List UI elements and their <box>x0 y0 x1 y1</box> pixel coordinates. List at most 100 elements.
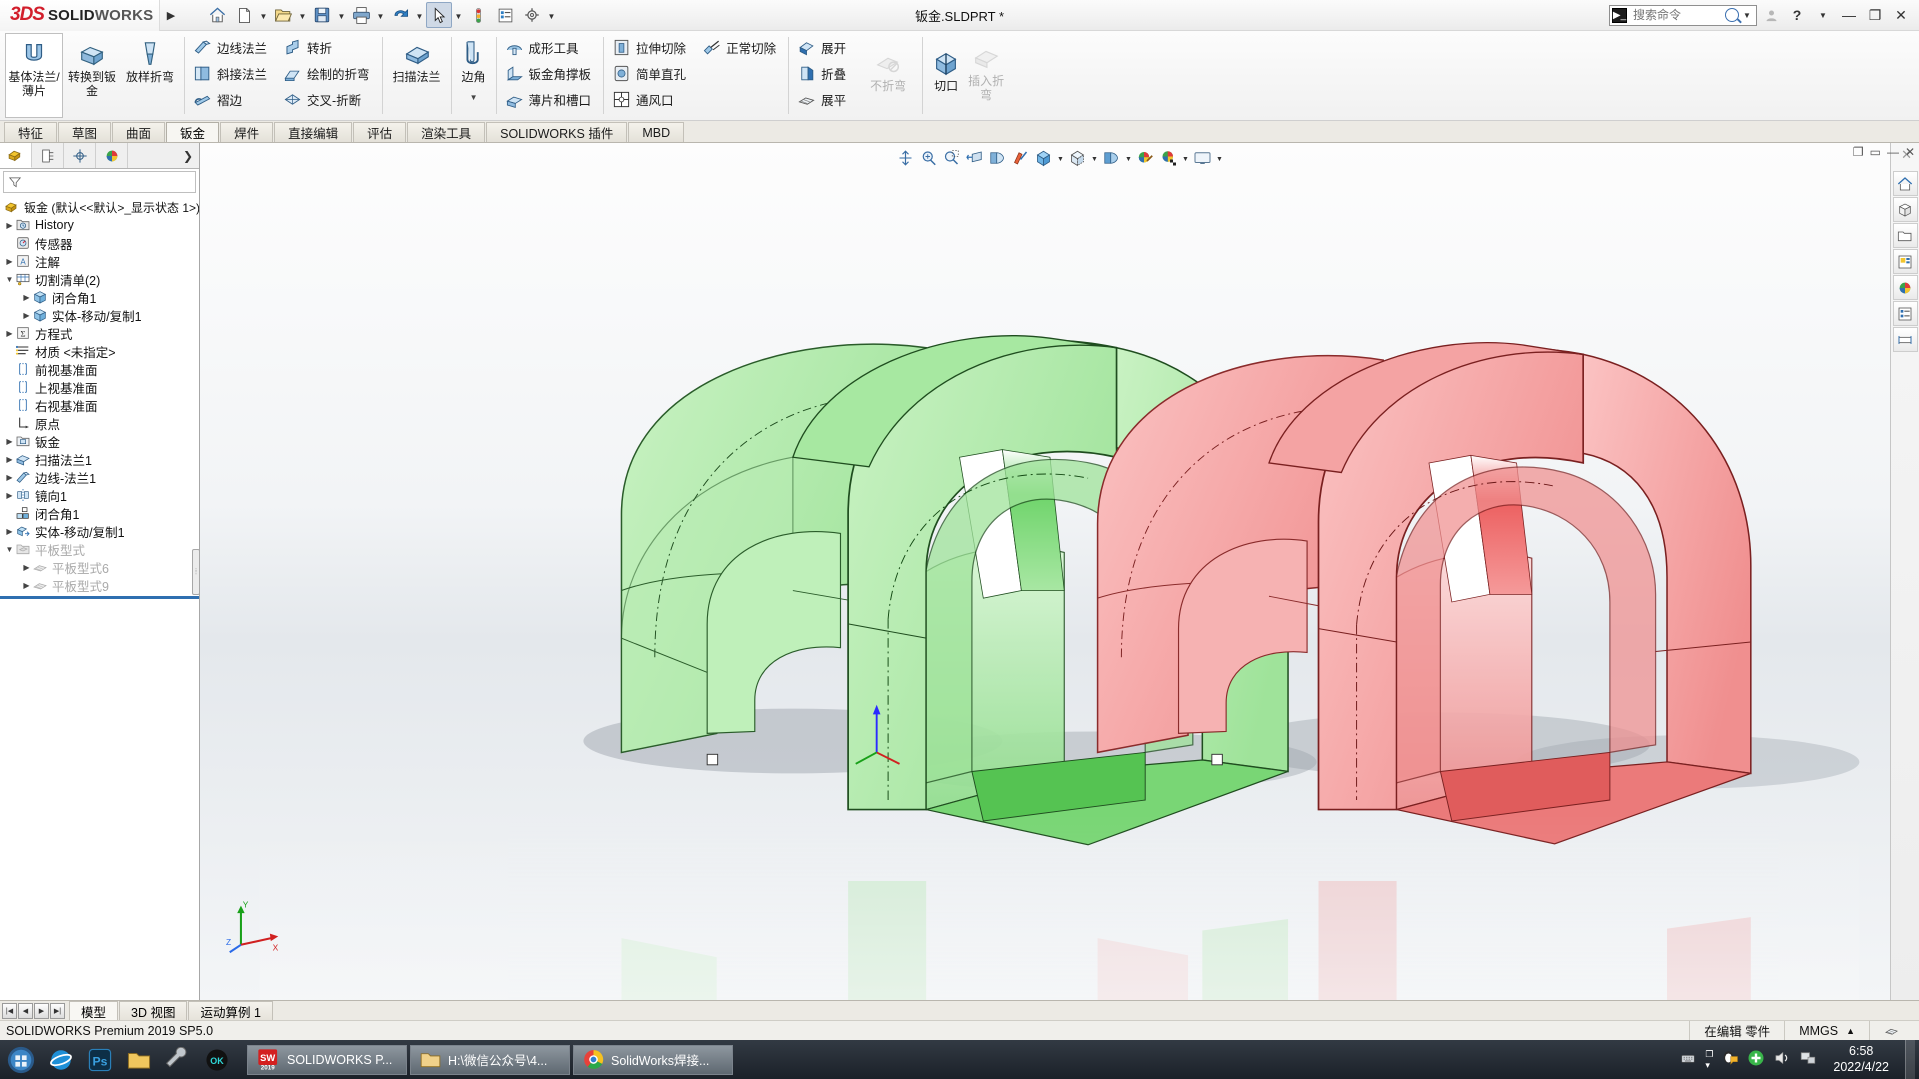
tree-collapse-icon[interactable]: ▼ <box>4 275 15 284</box>
zoom-to-fit-icon[interactable] <box>895 147 916 168</box>
tree-node[interactable]: ▶ 闭合角1 <box>0 288 199 306</box>
edit-appearance-icon[interactable] <box>1101 147 1122 168</box>
cross-break-button[interactable]: 交叉-折断 <box>280 86 377 112</box>
tab-solidworks-addins[interactable]: SOLIDWORKS 插件 <box>486 122 628 142</box>
tree-node[interactable]: 前视基准面 <box>0 360 199 378</box>
qq-icon[interactable] <box>1721 1049 1739 1070</box>
help-dropdown-icon[interactable]: ▼ <box>1811 3 1835 27</box>
tab-and-slot-button[interactable]: 薄片和槽口 <box>502 86 599 112</box>
document-close-icon[interactable]: ✕ <box>1905 145 1915 159</box>
tab-mbd[interactable]: MBD <box>628 122 685 142</box>
rip-button[interactable]: 切口 <box>928 33 964 118</box>
tree-node[interactable]: 右视基准面 <box>0 396 199 414</box>
panel-expand-icon[interactable]: ❯ <box>177 143 199 168</box>
open-document-icon[interactable] <box>270 2 296 28</box>
show-hidden-icons-caret[interactable]: ❐ ▾ <box>1705 1049 1713 1071</box>
taskbar-item-solidworks[interactable]: SW 2019 SOLIDWORKS P... <box>247 1044 407 1075</box>
appearances-panel-icon[interactable] <box>1892 275 1918 300</box>
hide-show-dropdown-icon[interactable]: ▼ <box>1090 147 1099 168</box>
tab-direct-editing[interactable]: 直接编辑 <box>274 122 353 142</box>
taskbar-clock[interactable]: 6:58 2022/4/22 <box>1825 1044 1897 1075</box>
tree-node[interactable]: ▼ 平板型式 <box>0 540 199 558</box>
tree-node[interactable]: ▼ 切割清单(2) <box>0 270 199 288</box>
open-document-dropdown-icon[interactable]: ▼ <box>297 2 308 28</box>
miter-flange-button[interactable]: 斜接法兰 <box>190 60 274 86</box>
view-settings-dropdown-icon[interactable]: ▼ <box>1215 147 1224 168</box>
library-panel-icon[interactable] <box>1892 197 1918 222</box>
bottom-tab-model[interactable]: 模型 <box>69 1001 119 1020</box>
start-button[interactable] <box>2 1042 40 1078</box>
panel-resize-handle[interactable]: ⦙ <box>192 548 200 595</box>
tree-expand-icon[interactable]: ▶ <box>4 455 15 464</box>
tree-expand-icon[interactable]: ▶ <box>4 221 15 230</box>
feature-filter-box[interactable] <box>3 171 196 193</box>
rebuild-icon[interactable] <box>465 2 491 28</box>
scene-backdrop-icon[interactable] <box>1158 147 1179 168</box>
select-dropdown-icon[interactable]: ▼ <box>453 2 464 28</box>
tree-node[interactable]: ▶ 边线-法兰1 <box>0 468 199 486</box>
tree-node[interactable]: ▶ 实体-移动/复制1 <box>0 522 199 540</box>
dimxpert-panel-icon[interactable] <box>1892 327 1918 352</box>
save-dropdown-icon[interactable]: ▼ <box>336 2 347 28</box>
scene-backdrop-dropdown-icon[interactable]: ▼ <box>1181 147 1190 168</box>
tree-expand-icon[interactable]: ▶ <box>21 563 32 572</box>
hide-show-items-icon[interactable] <box>1067 147 1088 168</box>
select-cursor-icon[interactable] <box>426 2 452 28</box>
vent-button[interactable]: 通风口 <box>609 86 693 112</box>
corners-dropdown-icon[interactable]: ▼ <box>470 93 478 102</box>
unfold-button[interactable]: 展开 <box>794 34 853 60</box>
tree-expand-icon[interactable]: ▶ <box>4 491 15 500</box>
view-palette-panel-icon[interactable] <box>1892 249 1918 274</box>
edit-appearance-dropdown-icon[interactable]: ▼ <box>1124 147 1133 168</box>
feature-tree-tab[interactable] <box>0 143 32 168</box>
tree-node[interactable]: ▶ 实体-移动/复制1 <box>0 306 199 324</box>
tree-node[interactable]: ▶ Σ 方程式 <box>0 324 199 342</box>
section-view-icon[interactable] <box>964 147 985 168</box>
minimize-button[interactable]: — <box>1837 3 1861 27</box>
previous-view-icon[interactable] <box>941 147 962 168</box>
options-list-icon[interactable] <box>492 2 518 28</box>
tree-node[interactable]: 上视基准面 <box>0 378 199 396</box>
save-icon[interactable] <box>309 2 335 28</box>
tab-evaluate[interactable]: 评估 <box>353 122 407 142</box>
new-document-dropdown-icon[interactable]: ▼ <box>258 2 269 28</box>
folder-icon[interactable] <box>121 1042 157 1078</box>
search-icon[interactable] <box>1725 8 1739 22</box>
edge-flange-button[interactable]: 边线法兰 <box>190 34 274 60</box>
configuration-manager-tab[interactable] <box>64 143 96 168</box>
photoshop-icon[interactable]: Ps <box>82 1042 118 1078</box>
ok-icon[interactable]: OK <box>199 1042 235 1078</box>
network-icon[interactable] <box>1799 1049 1817 1070</box>
tree-expand-icon[interactable]: ▶ <box>21 293 32 302</box>
display-manager-tab[interactable] <box>96 143 128 168</box>
tree-expand-icon[interactable]: ▶ <box>4 437 15 446</box>
home-icon[interactable] <box>204 2 230 28</box>
no-bends-button[interactable]: 不折弯 <box>859 33 917 118</box>
undo-icon[interactable] <box>387 2 413 28</box>
ie-icon[interactable] <box>43 1042 79 1078</box>
restore-button[interactable]: ❐ <box>1863 3 1887 27</box>
file-explorer-panel-icon[interactable] <box>1892 223 1918 248</box>
tab-sketch[interactable]: 草图 <box>58 122 112 142</box>
tab-features[interactable]: 特征 <box>4 122 58 142</box>
tree-node[interactable]: ▶ 平板型式6 <box>0 558 199 576</box>
print-dropdown-icon[interactable]: ▼ <box>375 2 386 28</box>
extruded-cut-button[interactable]: 拉伸切除 <box>609 34 693 60</box>
tree-node[interactable]: ▶ 镜向1 <box>0 486 199 504</box>
bottom-tab-motionstudy[interactable]: 运动算例 1 <box>188 1001 273 1020</box>
status-units[interactable]: MMGS ▲ <box>1784 1020 1869 1041</box>
tab-weldments[interactable]: 焊件 <box>220 122 274 142</box>
simple-hole-button[interactable]: 简单直孔 <box>609 60 693 86</box>
insert-bends-button[interactable]: 插入折弯 <box>964 33 1008 118</box>
custom-properties-panel-icon[interactable] <box>1892 301 1918 326</box>
tree-expand-icon[interactable]: ▶ <box>21 581 32 590</box>
home-panel-icon[interactable] <box>1892 171 1918 196</box>
tab-sheetmetal[interactable]: 钣金 <box>166 122 220 142</box>
corners-button[interactable]: 边角 ▼ <box>457 33 491 118</box>
user-icon[interactable] <box>1759 3 1783 27</box>
sheetmetal-gusset-button[interactable]: 钣金角撑板 <box>502 60 599 86</box>
tree-node[interactable]: 传感器 <box>0 234 199 252</box>
nav-previous-button[interactable]: ◀ <box>18 1002 33 1019</box>
zoom-to-area-icon[interactable] <box>918 147 939 168</box>
tree-node[interactable]: ▶ 钣金 <box>0 432 199 450</box>
